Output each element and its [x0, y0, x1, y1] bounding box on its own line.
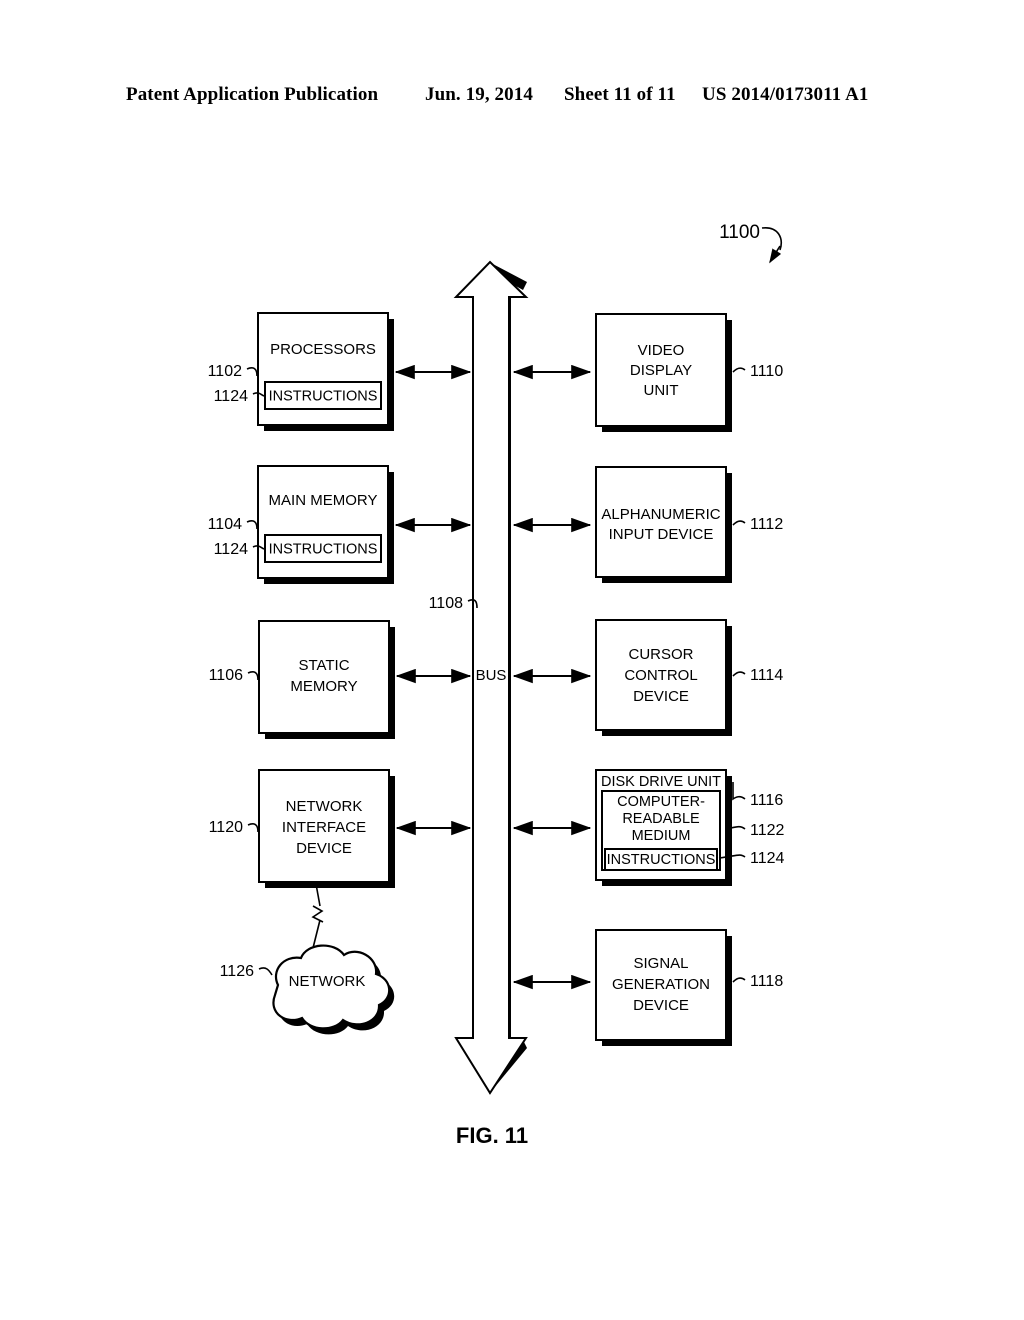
block-main-memory[interactable]: MAIN MEMORY INSTRUCTIONS 1104 1124 — [208, 465, 394, 584]
ref-1110-leader — [732, 367, 746, 373]
block-static-memory[interactable]: STATIC MEMORY 1106 — [209, 620, 395, 739]
system-ref-hook — [761, 227, 782, 251]
static-memory-line-2: MEMORY — [290, 678, 357, 695]
ref-1118-leader — [732, 977, 746, 983]
main-memory-instructions-label: INSTRUCTIONS — [269, 541, 378, 557]
crm-line-3: MEDIUM — [632, 828, 691, 844]
ref-1114-leader — [732, 671, 746, 677]
bus-label: BUS — [476, 667, 507, 684]
block-processors[interactable]: PROCESSORS INSTRUCTIONS 1102 1124 — [208, 312, 394, 431]
ref-1102: 1102 — [208, 363, 243, 380]
ref-1112-leader — [732, 520, 746, 526]
processors-instructions-label: INSTRUCTIONS — [269, 388, 378, 404]
signal-generation-line-3: DEVICE — [633, 997, 689, 1014]
signal-generation-line-1: SIGNAL — [633, 955, 688, 972]
crm-line-1: COMPUTER- — [617, 794, 705, 810]
cursor-control-line-2: CONTROL — [624, 667, 697, 684]
ref-1102-leader — [246, 367, 258, 377]
alphanumeric-line-2: INPUT DEVICE — [609, 526, 714, 543]
ref-1126-leader — [258, 967, 273, 976]
network-interface-line-3: DEVICE — [296, 840, 352, 857]
block-disk-drive-unit[interactable]: DISK DRIVE UNIT COMPUTER- READABLE MEDIU… — [595, 769, 785, 886]
system-ref-arrow — [769, 245, 782, 264]
ref-1114: 1114 — [750, 667, 783, 684]
ref-1112: 1112 — [750, 516, 783, 533]
ref-1110: 1110 — [750, 363, 783, 380]
ref-1106: 1106 — [209, 667, 244, 684]
ref-1122: 1122 — [750, 822, 785, 839]
video-display-line-3: UNIT — [644, 382, 679, 399]
ref-1126: 1126 — [220, 963, 255, 980]
cursor-control-line-1: CURSOR — [628, 646, 693, 663]
patent-figure-11: 1100 BUS 1108 PROCESSORS INSTRUCTIONS 11… — [0, 0, 1024, 1320]
video-display-line-1: VIDEO — [638, 342, 685, 359]
bus-arrow: BUS 1108 — [429, 260, 529, 1095]
block-video-display-unit[interactable]: VIDEO DISPLAY UNIT 1110 — [595, 313, 783, 432]
block-network-interface-device[interactable]: NETWORK INTERFACE DEVICE 1120 — [209, 769, 395, 888]
ref-1116-leader — [732, 782, 746, 801]
alphanumeric-line-1: ALPHANUMERIC — [601, 506, 720, 523]
disk-drive-label: DISK DRIVE UNIT — [601, 774, 721, 790]
ref-1106-leader — [247, 671, 259, 681]
bus-ref-label: 1108 — [429, 595, 464, 612]
network-cloud-group[interactable]: NETWORK 1126 — [220, 883, 395, 1035]
ref-1104-leader — [246, 520, 258, 530]
ref-1120: 1120 — [209, 819, 244, 836]
processors-label: PROCESSORS — [270, 341, 376, 358]
disk-instructions-label: INSTRUCTIONS — [607, 852, 716, 868]
figure-caption: FIG. 11 — [456, 1123, 528, 1148]
ref-1124-processors: 1124 — [214, 388, 249, 405]
cursor-control-line-3: DEVICE — [633, 688, 689, 705]
ref-1124-main-memory: 1124 — [214, 541, 249, 558]
ref-1124-disk: 1124 — [750, 850, 785, 867]
block-alphanumeric-input-device[interactable]: ALPHANUMERIC INPUT DEVICE 1112 — [595, 466, 783, 583]
system-reference-1100: 1100 — [719, 222, 782, 264]
lightning-icon — [311, 905, 324, 923]
video-display-line-2: DISPLAY — [630, 362, 692, 379]
crm-line-2: READABLE — [622, 811, 700, 827]
network-interface-line-1: NETWORK — [286, 798, 363, 815]
ref-1118: 1118 — [750, 973, 783, 990]
block-signal-generation-device[interactable]: SIGNAL GENERATION DEVICE 1118 — [595, 929, 783, 1046]
ref-1116: 1116 — [750, 792, 783, 809]
main-memory-label: MAIN MEMORY — [269, 492, 378, 509]
block-cursor-control-device[interactable]: CURSOR CONTROL DEVICE 1114 — [595, 619, 783, 736]
ref-1120-leader — [247, 823, 259, 833]
static-memory-line-1: STATIC — [298, 657, 349, 674]
system-ref-label: 1100 — [719, 222, 760, 243]
ref-1104: 1104 — [208, 516, 243, 533]
signal-generation-line-2: GENERATION — [612, 976, 710, 993]
network-cloud-label: NETWORK — [289, 973, 366, 990]
network-interface-line-2: INTERFACE — [282, 819, 366, 836]
